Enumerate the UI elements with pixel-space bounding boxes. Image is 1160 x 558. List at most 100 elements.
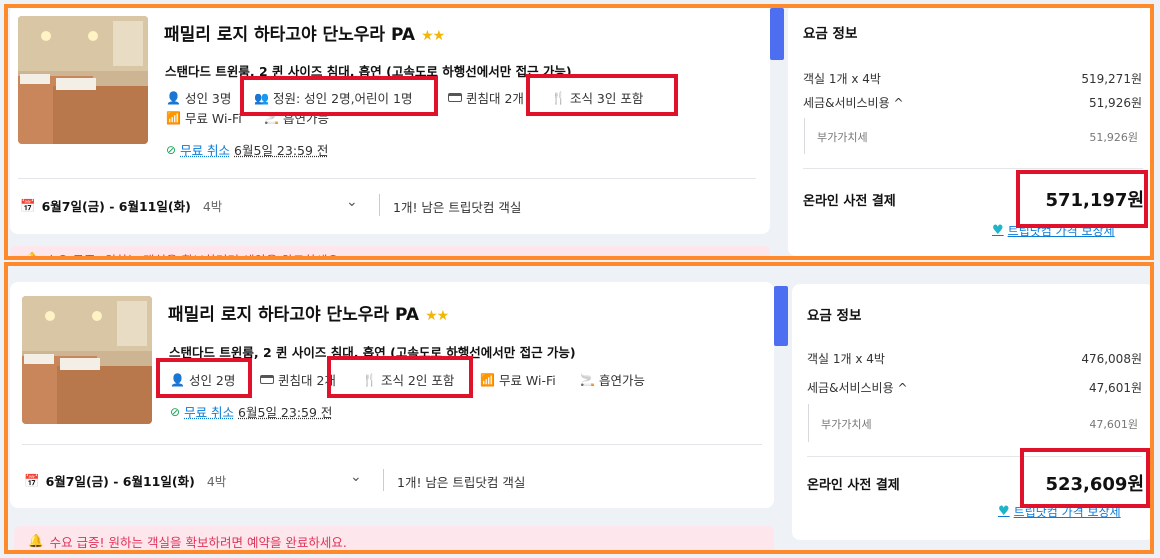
free-cancel-link[interactable]: 무료 취소 — [180, 140, 230, 159]
divider — [807, 456, 1142, 457]
vat-label: 부가가치세 — [821, 418, 872, 431]
rooms-left-text: 1개! 남은 트립닷컴 객실 — [397, 475, 526, 490]
tax-value: 51,926원 — [1088, 96, 1142, 110]
divider — [22, 444, 762, 445]
room-description: 스탠다드 트윈룸, 2 퀸 사이즈 침대, 흡연 (고속도로 하행선에서만 접근… — [165, 64, 572, 79]
feature-adults: 👤 성인 3명 — [166, 88, 231, 107]
chevron-down-icon[interactable]: ⌄ — [350, 469, 362, 485]
hotel-room-photo[interactable] — [18, 16, 148, 144]
smoking-icon: 🚬 — [580, 372, 595, 387]
smoking-icon: 🚬 — [264, 110, 279, 125]
total-price: 571,197원 — [1045, 190, 1144, 211]
star-rating: ★★ — [425, 308, 449, 324]
price-title: 요금 정보 — [803, 26, 858, 42]
feature-capacity-label: 정원: 성인 2명,어린이 1명 — [272, 91, 413, 106]
room-nights-label: 객실 1개 x 4박 — [807, 352, 885, 366]
feature-breakfast: 🍴 조식 2인 포함 — [362, 370, 454, 389]
demand-alert-text: 수요 급증! 원하는 객실을 확보하려면 예약을 완료하세요. — [45, 252, 343, 260]
cutlery-icon: 🍴 — [362, 372, 377, 387]
feature-wifi: 📶 무료 Wi-Fi — [166, 108, 242, 127]
feature-breakfast: 🍴 조식 3인 포함 — [551, 88, 643, 107]
vat-value: 51,926원 — [1089, 131, 1138, 144]
tax-toggle[interactable]: 세금&서비스비용 ^ — [803, 94, 904, 111]
price-guarantee-text[interactable]: 트립닷컴 가격 보장제 — [1014, 503, 1121, 520]
vat-value: 47,601원 — [1089, 418, 1138, 431]
payment-method: 온라인 사전 결제 — [807, 478, 900, 493]
stay-dates: 📅 6월7일(금) - 6월11일(화) 4박 — [24, 471, 226, 490]
hotel-name[interactable]: 패밀리 로지 하타고야 단노우라 PA ★★ — [164, 20, 445, 45]
accent-tab — [774, 286, 788, 346]
feature-beds-label: 퀸침대 2개 — [466, 91, 524, 106]
feature-beds: 퀸침대 2개 — [260, 370, 336, 389]
heart-check-icon: ♥ — [992, 223, 1004, 238]
room-description: 스탠다드 트윈룸, 2 퀸 사이즈 침대, 흡연 (고속도로 하행선에서만 접근… — [169, 345, 576, 360]
demand-alert: 🔔 수요 급증! 원하는 객실을 확보하려면 예약을 완료하세요. — [10, 246, 770, 260]
feature-wifi-label: 무료 Wi-Fi — [184, 111, 242, 126]
tax-value: 47,601원 — [1088, 381, 1142, 395]
divider — [18, 178, 756, 179]
person-icon: 👤 — [170, 372, 185, 387]
feature-wifi-label: 무료 Wi-Fi — [498, 373, 556, 388]
hotel-room-photo[interactable] — [22, 296, 152, 424]
rooms-left-text: 1개! 남은 트립닷컴 객실 — [393, 200, 522, 215]
hotel-name-text[interactable]: 패밀리 로지 하타고야 단노우라 PA — [164, 25, 415, 45]
feature-breakfast-label: 조식 2인 포함 — [380, 373, 455, 388]
calendar-icon: 📅 — [24, 472, 40, 488]
vat-detail: 부가가치세 47,601원 — [808, 404, 1142, 442]
wifi-icon: 📶 — [166, 110, 181, 125]
bell-icon: 🔔 — [24, 251, 40, 260]
group-icon: 👥 — [254, 90, 269, 105]
feature-wifi: 📶 무료 Wi-Fi — [480, 370, 556, 389]
total-price: 523,609원 — [1045, 474, 1144, 495]
bed-icon — [448, 93, 462, 102]
room-nights-label: 객실 1개 x 4박 — [803, 72, 881, 86]
divider — [803, 168, 1143, 169]
person-icon: 👤 — [166, 90, 181, 105]
hotel-name-text[interactable]: 패밀리 로지 하타고야 단노우라 PA — [168, 305, 419, 325]
tax-toggle[interactable]: 세금&서비스비용 ^ — [807, 379, 908, 396]
vertical-divider — [379, 194, 380, 216]
bed-icon — [260, 375, 274, 384]
feature-adults: 👤 성인 2명 — [170, 370, 235, 389]
vertical-divider — [383, 469, 384, 491]
price-guarantee-link[interactable]: ♥ 트립닷컴 가격 보장제 — [998, 503, 1121, 520]
chevron-down-icon[interactable]: ⌄ — [346, 194, 358, 210]
demand-alert: 🔔 수요 급증! 원하는 객실을 확보하려면 예약을 완료하세요. — [14, 526, 774, 550]
feature-adults-label: 성인 2명 — [188, 373, 236, 388]
price-guarantee-text[interactable]: 트립닷컴 가격 보장제 — [1008, 222, 1115, 239]
feature-smoking-label: 흡연가능 — [598, 373, 645, 388]
feature-smoking-label: 흡연가능 — [282, 111, 329, 126]
check-circle-icon: ⊘ — [166, 142, 177, 157]
offer-panel-2: 패밀리 로지 하타고야 단노우라 PA ★★ 스탠다드 트윈룸, 2 퀸 사이즈 … — [4, 262, 1154, 554]
price-guarantee-link[interactable]: ♥ 트립닷컴 가격 보장제 — [992, 222, 1115, 239]
cancel-deadline: 6월5일 23:59 전 — [234, 143, 329, 158]
feature-beds-label: 퀸침대 2개 — [278, 373, 336, 388]
cutlery-icon: 🍴 — [551, 90, 566, 105]
feature-beds: 퀸침대 2개 — [448, 88, 524, 107]
wifi-icon: 📶 — [480, 372, 495, 387]
vat-detail: 부가가치세 51,926원 — [804, 118, 1142, 154]
star-rating: ★★ — [421, 28, 445, 44]
demand-alert-text: 수요 급증! 원하는 객실을 확보하려면 예약을 완료하세요. — [49, 534, 347, 550]
feature-breakfast-label: 조식 3인 포함 — [569, 91, 644, 106]
room-nights-value: 476,008원 — [1081, 352, 1142, 366]
feature-capacity: 👥 정원: 성인 2명,어린이 1명 — [254, 88, 412, 107]
nights-count: 4박 — [202, 199, 223, 214]
price-info-card: 요금 정보 객실 1개 x 4박 519,271원 세금&서비스비용 ^ 51,… — [788, 8, 1150, 256]
check-circle-icon: ⊘ — [170, 404, 181, 419]
free-cancellation[interactable]: ⊘ 무료 취소 6월5일 23:59 전 — [166, 140, 328, 159]
cancel-deadline: 6월5일 23:59 전 — [238, 405, 333, 420]
payment-method: 온라인 사전 결제 — [803, 194, 896, 209]
heart-check-icon: ♥ — [998, 504, 1010, 519]
stay-dates-text: 6월7일(금) - 6월11일(화) — [41, 199, 191, 214]
hotel-name[interactable]: 패밀리 로지 하타고야 단노우라 PA ★★ — [168, 300, 449, 325]
price-title: 요금 정보 — [807, 308, 862, 324]
stay-dates: 📅 6월7일(금) - 6월11일(화) 4박 — [20, 196, 222, 215]
free-cancellation[interactable]: ⊘ 무료 취소 6월5일 23:59 전 — [170, 402, 332, 421]
nights-count: 4박 — [206, 474, 227, 489]
free-cancel-link[interactable]: 무료 취소 — [184, 402, 234, 421]
stay-dates-text: 6월7일(금) - 6월11일(화) — [45, 474, 195, 489]
price-info-card: 요금 정보 객실 1개 x 4박 476,008원 세금&서비스비용 ^ 47,… — [792, 284, 1150, 540]
offer-panel-1: 패밀리 로지 하타고야 단노우라 PA ★★ 스탠다드 트윈룸, 2 퀸 사이즈 … — [4, 4, 1154, 260]
accent-tab — [770, 8, 784, 60]
